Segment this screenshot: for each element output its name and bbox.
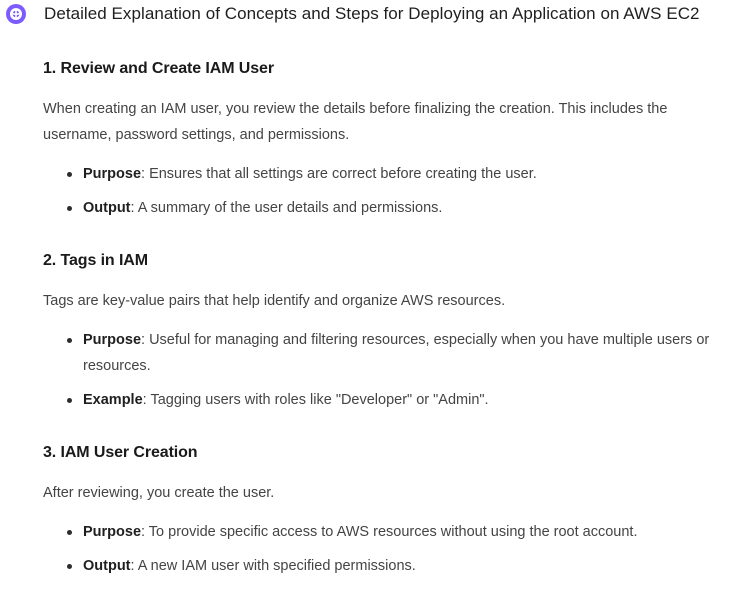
bullet-icon [67,564,72,569]
bullet-label: Purpose [83,332,142,348]
bullet-icon [67,172,72,177]
bullet-list: Purpose: Useful for managing and filteri… [43,327,733,413]
section-intro: When creating an IAM user, you review th… [43,101,668,143]
section-iam-user-creation: 3. IAM User Creation After reviewing, yo… [43,442,733,579]
list-item: Purpose: Ensures that all settings are c… [43,161,733,187]
list-item: Output: A summary of the user details an… [43,195,733,221]
list-item: Purpose: To provide specific access to A… [43,519,733,545]
section-heading: 3. IAM User Creation [43,444,198,461]
bullet-text: : Tagging users with roles like "Develop… [142,392,489,408]
bullet-text: : A summary of the user details and perm… [130,200,443,216]
bullet-icon [67,530,72,535]
section-intro: Tags are key-value pairs that help ident… [43,293,506,309]
bullet-label: Purpose [83,166,142,182]
bullet-text: : Ensures that all settings are correct … [141,166,537,182]
response-header: Detailed Explanation of Concepts and Ste… [6,2,742,26]
bullet-text: : To provide specific access to AWS reso… [141,524,638,540]
bullet-icon [67,398,72,403]
section-tags-in-iam: 2. Tags in IAM Tags are key-value pairs … [43,250,733,413]
section-heading: 2. Tags in IAM [43,252,148,269]
chat-assistant-icon [6,4,26,24]
list-item: Purpose: Useful for managing and filteri… [43,327,733,379]
page-title: Detailed Explanation of Concepts and Ste… [44,4,700,23]
bullet-list: Purpose: Ensures that all settings are c… [43,161,733,221]
bullet-label: Output [83,200,131,216]
bullet-text: : Useful for managing and filtering reso… [83,332,710,374]
bullet-icon [67,338,72,343]
bullet-icon [67,206,72,211]
bullet-label: Example [83,392,143,408]
response-body: 1. Review and Create IAM User When creat… [43,58,733,579]
list-item: Example: Tagging users with roles like "… [43,387,733,413]
bullet-label: Output [83,558,131,574]
bullet-text: : A new IAM user with specified permissi… [130,558,416,574]
section-heading: 1. Review and Create IAM User [43,60,274,77]
section-review-create-iam-user: 1. Review and Create IAM User When creat… [43,58,733,221]
section-intro: After reviewing, you create the user. [43,485,275,501]
list-item: Output: A new IAM user with specified pe… [43,553,733,579]
bullet-label: Purpose [83,524,142,540]
bullet-list: Purpose: To provide specific access to A… [43,519,733,579]
